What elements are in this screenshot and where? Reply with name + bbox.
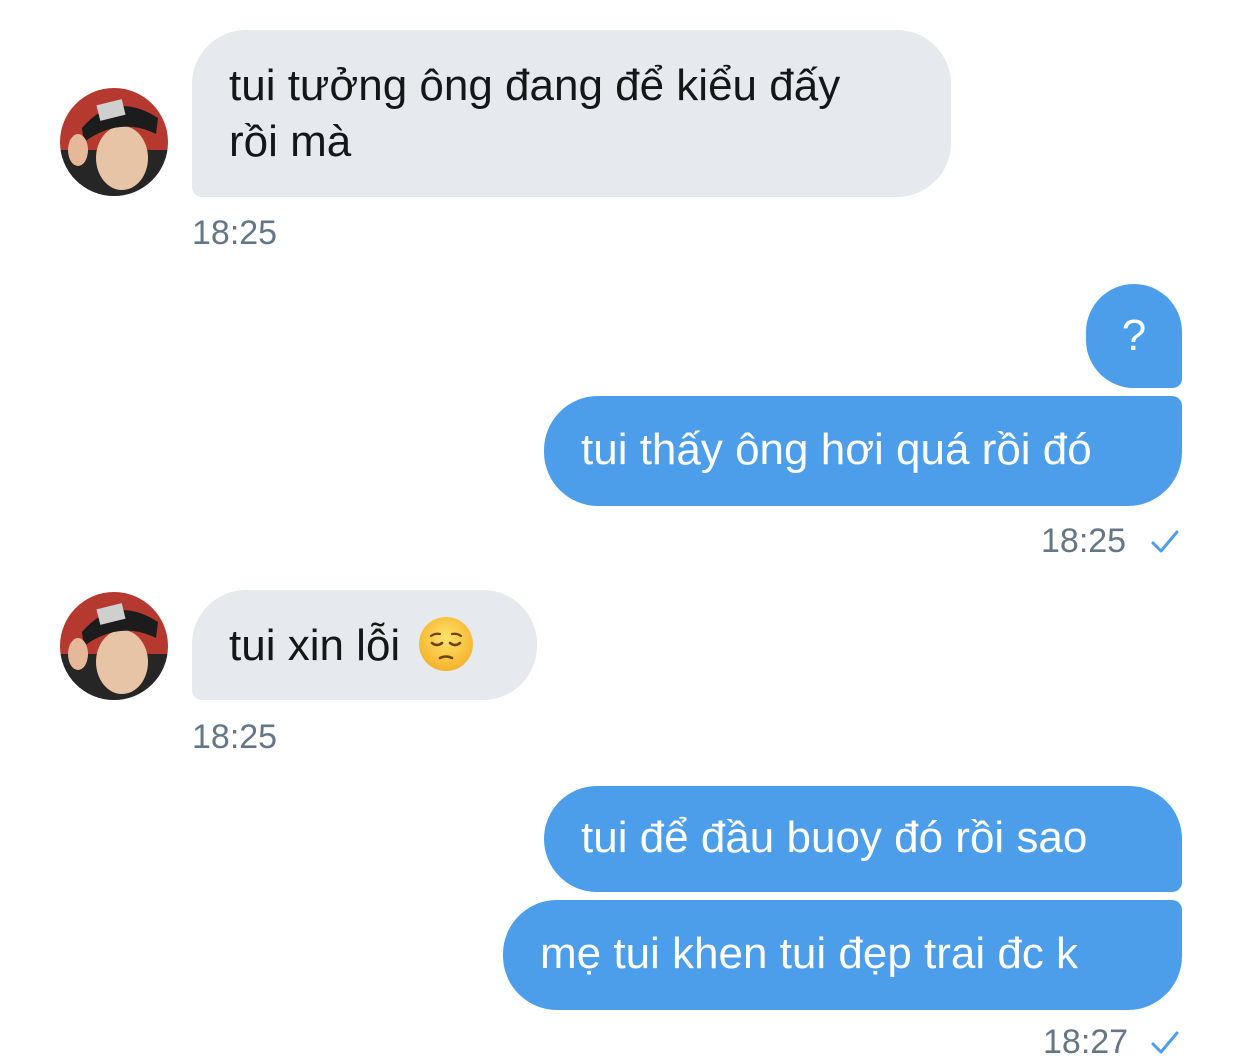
message-text: tui xin lỗi [229,621,401,670]
message-timestamp: 18:25 [192,718,278,756]
message-bubble-outgoing[interactable]: tui thấy ông hơi quá rồi đó [544,396,1182,506]
message-bubble-outgoing[interactable]: tui để đầu buoy đó rồi sao [544,786,1182,892]
contact-avatar[interactable] [60,592,168,700]
message-bubble-incoming[interactable]: tui xin lỗi [192,590,537,700]
message-text: ? [1121,311,1147,360]
message-text: tui tưởng ông đang để kiểu đấy [229,61,841,110]
message-text: tui để đầu buoy đó rồi sao [581,813,1088,862]
check-icon [1151,530,1179,553]
message-timestamp: 18:25 [1041,522,1127,560]
message-timestamp: 18:27 [1043,1023,1129,1061]
message-text: mẹ tui khen tui đẹp trai đc k [540,929,1079,978]
message-text: rồi mà [229,117,352,166]
contact-avatar[interactable] [60,88,168,196]
pensive-face-emoji [419,617,474,671]
message-bubble-outgoing[interactable]: ? [1086,284,1182,388]
message-text: tui thấy ông hơi quá rồi đó [581,425,1092,474]
message-bubble-outgoing[interactable]: mẹ tui khen tui đẹp trai đc k [503,900,1182,1010]
check-icon [1151,1031,1179,1054]
message-bubble-incoming[interactable]: tui tưởng ông đang để kiểu đấy rồi mà [192,30,951,197]
message-timestamp: 18:25 [192,214,278,252]
